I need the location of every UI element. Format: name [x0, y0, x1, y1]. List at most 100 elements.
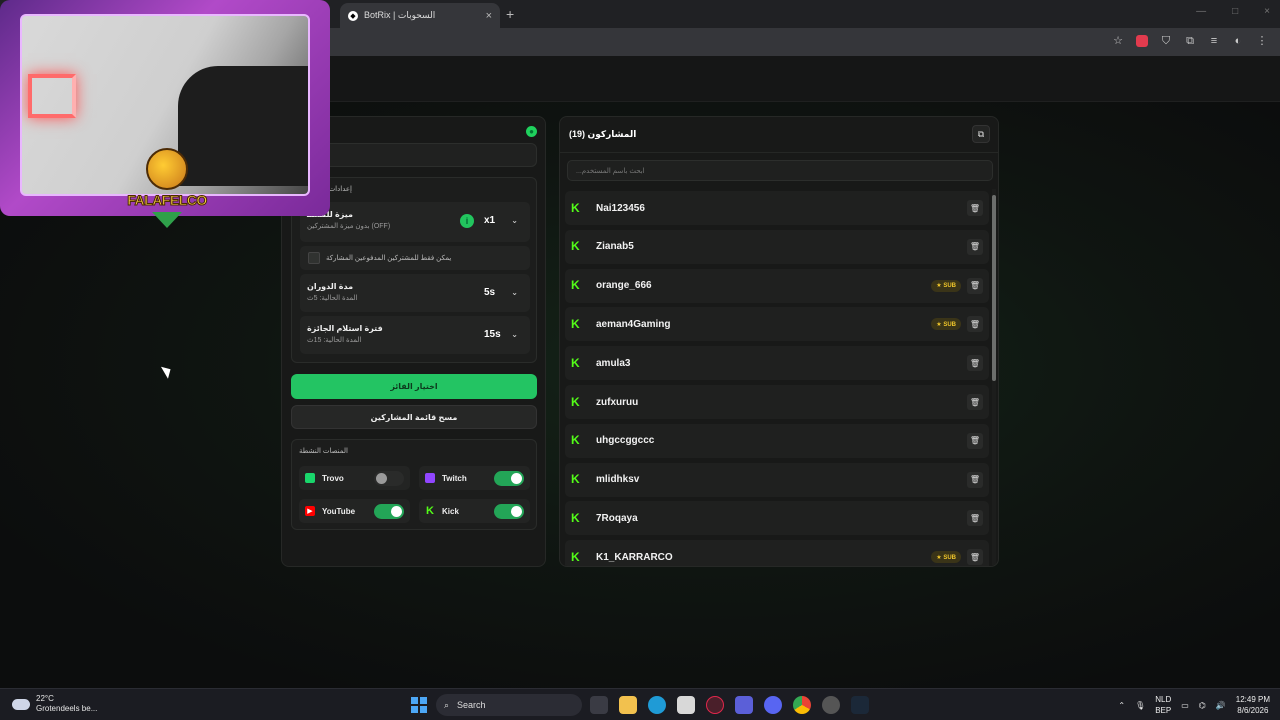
browser-tab-botrix[interactable]: ◆ BotRix | السحوبات ×	[340, 3, 500, 28]
settings-title: إعدادات	[328, 186, 352, 193]
new-tab-button[interactable]: +	[506, 6, 514, 22]
claim-period-select[interactable]: 15s ⌄	[480, 324, 522, 344]
trash-icon[interactable]: 🗑	[967, 549, 983, 566]
trovo-icon	[305, 473, 315, 483]
spin-duration-row: مدة الدوران المدة الحالية: 5ث 5s ⌄	[300, 274, 530, 312]
subs-only-row[interactable]: يمكن فقط للمشتركين المدفوعين المشاركة	[300, 246, 530, 270]
trash-icon[interactable]: 🗑	[967, 432, 983, 449]
extension-red-icon[interactable]	[1136, 35, 1148, 47]
language-indicator[interactable]: NLD BEP	[1155, 694, 1171, 716]
trash-icon[interactable]: 🗑	[967, 394, 983, 410]
trash-icon[interactable]: 🗑	[967, 238, 983, 255]
list-item: Kmlidhksv 🗑	[565, 462, 989, 497]
platforms-title: المنصات النشطة	[299, 448, 348, 455]
list-item: Kamula3 🗑	[565, 346, 989, 381]
shield-extension-icon[interactable]: ⛉	[1160, 35, 1172, 47]
list-item: Korange_666 ★ SUB 🗑	[565, 268, 989, 303]
start-button[interactable]	[411, 697, 427, 713]
search-icon: ⌕	[444, 699, 450, 710]
platform-youtube: ▶ YouTube	[299, 499, 410, 523]
maximize-icon[interactable]: □	[1232, 6, 1238, 17]
participants-panel: المشاركون (19) ⧉ ...ابحث باسم المستخدم K…	[559, 116, 999, 567]
chrome-icon[interactable]	[793, 696, 811, 714]
subs-only-checkbox[interactable]	[308, 252, 320, 264]
extensions-puzzle-icon[interactable]: ⧉	[1184, 35, 1196, 47]
temperature: 22°C	[36, 694, 54, 703]
windows-taskbar: 22°C Grotendeels be... ⌕ Search ⌃ 🎙 NLD …	[0, 688, 1280, 720]
status-indicator-icon: ●	[526, 126, 537, 137]
platform-label: Kick	[442, 506, 459, 516]
kick-icon: K	[571, 278, 580, 293]
close-window-icon[interactable]: ×	[1264, 6, 1270, 17]
twitch-icon	[425, 473, 435, 483]
media-controls-icon[interactable]: ≡	[1208, 35, 1220, 47]
list-item: K Nai123456 🗑	[565, 191, 989, 225]
volume-icon[interactable]: 🔊	[1216, 701, 1226, 710]
logo-text: FALAFELCO	[127, 192, 208, 209]
copy-icon[interactable]: ⧉	[972, 125, 990, 143]
kick-toggle[interactable]	[494, 503, 524, 519]
info-icon[interactable]: i	[460, 214, 474, 228]
app-icon[interactable]	[735, 696, 753, 714]
store-icon[interactable]	[677, 696, 695, 714]
twitch-toggle[interactable]	[494, 470, 524, 486]
list-item: K 7Roqaya 🗑	[565, 501, 989, 536]
close-tab-icon[interactable]: ×	[486, 10, 492, 22]
claim-period-title: فترة استلام الجائزة	[307, 324, 383, 333]
taskbar-search[interactable]: ⌕ Search	[436, 694, 582, 716]
bookmark-star-icon[interactable]: ☆	[1112, 35, 1124, 47]
display-icon[interactable]: ▭	[1181, 701, 1189, 710]
chevron-down-icon: ⌄	[511, 287, 518, 297]
trovo-toggle[interactable]	[374, 470, 404, 486]
subs-only-label: يمكن فقط للمشتركين المدفوعين المشاركة	[326, 255, 452, 262]
pick-winner-button[interactable]: اختيار الفائز	[291, 374, 537, 399]
trash-icon[interactable]: 🗑	[967, 355, 983, 372]
chevron-down-icon: ⌄	[511, 329, 518, 339]
kick-icon: K	[571, 316, 580, 331]
steam-icon[interactable]	[851, 696, 869, 714]
participant-name: zufxuruu	[596, 396, 639, 408]
task-view-icon[interactable]	[590, 696, 608, 714]
trash-icon[interactable]: 🗑	[967, 316, 983, 333]
trash-icon[interactable]: 🗑	[967, 277, 983, 294]
edge-icon[interactable]	[648, 696, 666, 714]
scrollbar-thumb[interactable]	[992, 195, 996, 381]
participant-name: mlidhksv	[596, 474, 640, 486]
taskbar-apps	[590, 696, 869, 714]
clear-participants-button[interactable]: مسح قائمة المشاركين	[291, 405, 537, 429]
weather-widget[interactable]: 22°C Grotendeels be...	[12, 694, 97, 714]
spin-duration-select[interactable]: 5s ⌄	[480, 282, 522, 302]
profile-icon[interactable]: ◐	[1232, 35, 1244, 47]
file-explorer-icon[interactable]	[619, 696, 637, 714]
botrix-favicon-icon: ◆	[348, 10, 358, 21]
kick-icon: K	[571, 510, 580, 525]
minimize-icon[interactable]: —	[1196, 6, 1206, 17]
streamer-logo: FALAFELCO	[122, 148, 212, 230]
opera-icon[interactable]	[706, 696, 724, 714]
multiplier-select[interactable]: x1 ⌄	[480, 210, 522, 230]
trash-icon[interactable]: 🗑	[967, 471, 983, 488]
menu-kebab-icon[interactable]: ⋮	[1256, 35, 1268, 47]
claim-period-subtitle: المدة الحالية: 15ث	[307, 337, 362, 344]
subscriber-bonus-row: ميزة للمشتـ بدون ميزة المشتركين (OFF) i …	[300, 202, 530, 242]
spin-duration-subtitle: المدة الحالية: 5ث	[307, 295, 358, 302]
subscriber-bonus-subtitle: بدون ميزة المشتركين (OFF)	[307, 223, 391, 230]
participants-title: المشاركون (19)	[569, 129, 637, 139]
tray-expand-icon[interactable]: ⌃	[1118, 701, 1125, 710]
list-item: K K1_KARRARCO ★ SUB 🗑	[565, 540, 989, 566]
clock[interactable]: 12:49 PM 8/6/2026	[1236, 694, 1270, 716]
network-icon[interactable]: ⌬	[1199, 701, 1206, 710]
microphone-icon[interactable]: 🎙	[1135, 701, 1145, 710]
obs-icon[interactable]	[822, 696, 840, 714]
list-item: Kuhgccggccc 🗑	[565, 423, 989, 458]
trash-icon[interactable]: 🗑	[967, 510, 983, 527]
trash-icon[interactable]: 🗑	[967, 200, 983, 216]
sub-badge: ★ SUB	[931, 551, 961, 564]
claim-period-row: فترة استلام الجائزة المدة الحالية: 15ث 1…	[300, 316, 530, 354]
participant-search-input[interactable]: ...ابحث باسم المستخدم	[567, 160, 993, 181]
discord-icon[interactable]	[764, 696, 782, 714]
cloud-icon	[12, 698, 30, 710]
kick-icon: K	[571, 394, 580, 409]
youtube-toggle[interactable]	[374, 503, 404, 519]
participant-name: 7Roqaya	[596, 512, 638, 524]
